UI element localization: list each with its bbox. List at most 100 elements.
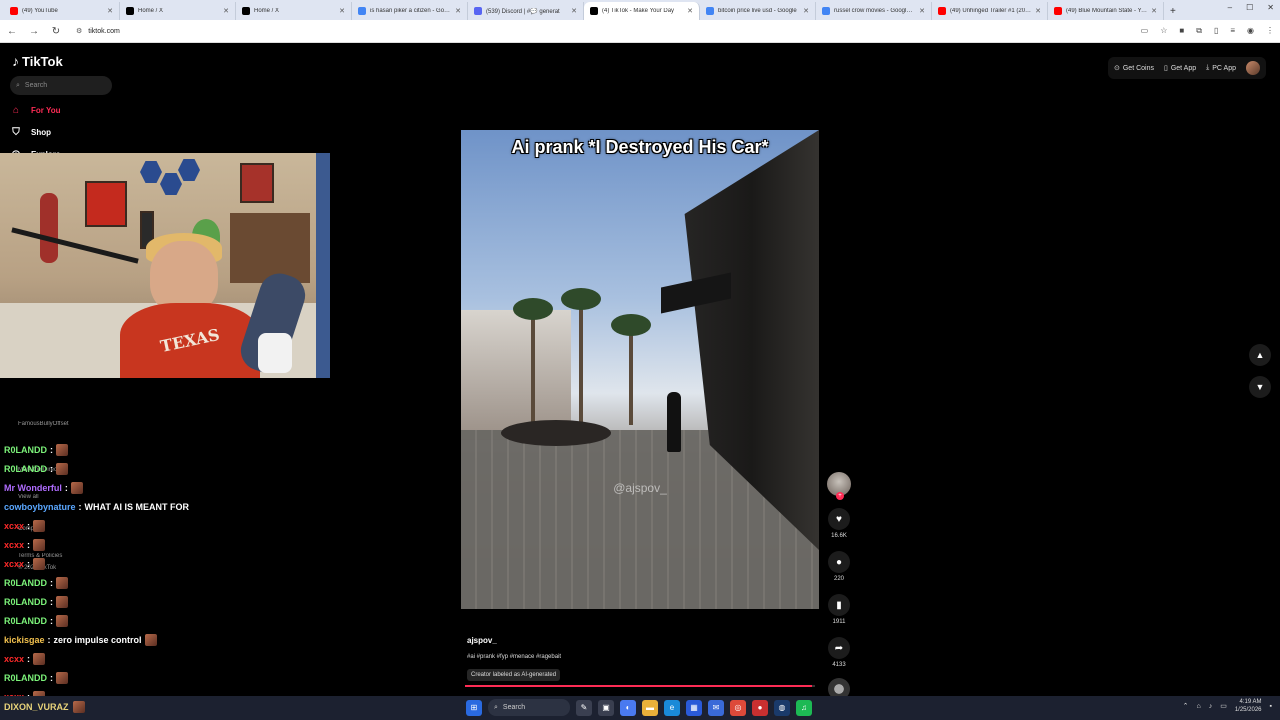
chat-username[interactable]: R0LANDD	[4, 445, 47, 455]
tab-favicon-icon	[706, 7, 714, 15]
browser-tab[interactable]: bitcoin price live usd - Google ✕	[700, 2, 816, 20]
chat-username[interactable]: Mr Wonderful	[4, 483, 62, 493]
browser-tab[interactable]: Home / X ✕	[120, 2, 236, 20]
sidebar-item-shop[interactable]: ⛉ Shop	[10, 125, 68, 139]
browser-tab[interactable]: (49) Blue Mountain State - You ✕	[1048, 2, 1164, 20]
chat-username[interactable]: xcxx	[4, 521, 24, 531]
bookmark-star-icon[interactable]: ☆	[1160, 26, 1167, 36]
save-action[interactable]: ▮ 1911	[828, 594, 850, 625]
chat-username[interactable]: xcxx	[4, 540, 24, 550]
comment-icon[interactable]: ●	[828, 551, 850, 573]
video-author[interactable]: ajspov_	[467, 636, 497, 645]
comment-count: 220	[833, 576, 844, 582]
browser-tab[interactable]: (539) Discord | #💬 generat ✕	[468, 2, 584, 20]
paint-icon[interactable]: ✎	[576, 699, 592, 716]
app-icon[interactable]: ●	[752, 699, 768, 716]
creator-avatar[interactable]: +	[827, 472, 851, 500]
menu-icon[interactable]: ⋮	[1266, 26, 1274, 36]
video-meta: ajspov_ #ai #prank #fyp #menace #ragebai…	[467, 636, 561, 681]
get-coins-button[interactable]: ⊙ Get Coins	[1114, 64, 1154, 73]
get-coins-label: Get Coins	[1122, 64, 1154, 72]
tab-close-icon[interactable]: ✕	[571, 7, 577, 15]
downloads-icon[interactable]: ≡	[1230, 26, 1235, 36]
video-progress-bar[interactable]	[465, 685, 815, 687]
steam-icon[interactable]: ◍	[774, 699, 790, 716]
chrome-icon[interactable]: ◎	[730, 699, 746, 716]
chat-username[interactable]: xcxx	[4, 654, 24, 664]
reload-icon[interactable]: ↻	[50, 26, 62, 37]
tab-close-icon[interactable]: ✕	[687, 7, 693, 15]
minimize-icon[interactable]: –	[1228, 3, 1232, 12]
sidebar-icon[interactable]: ▯	[1214, 26, 1218, 36]
profile-icon[interactable]: ◉	[1247, 26, 1254, 36]
volume-icon[interactable]: ♪	[1209, 703, 1213, 710]
new-tab-icon[interactable]: +	[1164, 2, 1182, 20]
tab-close-icon[interactable]: ✕	[455, 7, 461, 15]
windows-start-icon[interactable]: ⊞	[466, 699, 482, 716]
close-window-icon[interactable]: ✕	[1267, 3, 1274, 12]
tab-close-icon[interactable]: ✕	[1151, 7, 1157, 15]
follow-plus-icon[interactable]: +	[836, 492, 844, 500]
palm-trunk	[579, 300, 583, 430]
battery-icon[interactable]: ▭	[1220, 702, 1227, 710]
maximize-icon[interactable]: ☐	[1246, 3, 1253, 12]
tab-close-icon[interactable]: ✕	[107, 7, 113, 15]
chat-username[interactable]: R0LANDD	[4, 616, 47, 626]
pc-app-button[interactable]: ⤓ PC App	[1206, 64, 1236, 72]
edge-icon[interactable]: e	[664, 699, 680, 716]
extension-icon[interactable]: ■	[1179, 26, 1184, 36]
cast-icon[interactable]: ▭	[1141, 26, 1149, 36]
chat-username[interactable]: kickisgae	[4, 635, 45, 645]
user-avatar[interactable]	[1246, 61, 1260, 75]
chat-username[interactable]: cowboybynature	[4, 502, 76, 512]
tab-close-icon[interactable]: ✕	[803, 7, 809, 15]
chat-username[interactable]: R0LANDD	[4, 597, 47, 607]
video-player[interactable]: Ai prank *I Destroyed His Car* @ajspov_	[461, 130, 819, 609]
forward-icon[interactable]: →	[28, 26, 40, 37]
tab-close-icon[interactable]: ✕	[919, 7, 925, 15]
tab-close-icon[interactable]: ✕	[1035, 7, 1041, 15]
notifications-icon[interactable]: ▪	[1270, 703, 1272, 710]
browser-tab[interactable]: (49) Unhinged Trailer #1 (2020 ✕	[932, 2, 1048, 20]
url-field[interactable]: ⚙ tiktok.com	[72, 22, 1131, 40]
previous-video-button[interactable]: ▲	[1249, 344, 1271, 366]
palm-trunk	[531, 310, 535, 430]
file-explorer-icon[interactable]: ▬	[642, 699, 658, 716]
task-view-icon[interactable]: ▣	[598, 699, 614, 716]
tab-favicon-icon	[474, 7, 482, 15]
puzzle-icon[interactable]: ⧉	[1196, 26, 1202, 36]
browser-tab[interactable]: is hasan piker a citizen - Googl ✕	[352, 2, 468, 20]
sidebar-item-for-you[interactable]: ⌂ For You	[10, 103, 68, 117]
bookmark-icon[interactable]: ▮	[828, 594, 850, 616]
like-action[interactable]: ♥ 16.6K	[828, 508, 850, 539]
tiktok-logo[interactable]: ♪ TikTok	[12, 53, 63, 69]
next-video-button[interactable]: ▼	[1249, 376, 1271, 398]
chat-username[interactable]: xcxx	[4, 559, 24, 569]
site-info-icon[interactable]: ⚙	[76, 27, 82, 35]
tab-close-icon[interactable]: ✕	[223, 7, 229, 15]
spotify-icon[interactable]: ♫	[796, 699, 812, 716]
mail-icon[interactable]: ✉	[708, 699, 724, 716]
store-icon[interactable]: ▦	[686, 699, 702, 716]
get-app-button[interactable]: ▯ Get App	[1164, 64, 1196, 73]
browser-tab[interactable]: (4) TikTok - Make Your Day ✕	[584, 2, 700, 20]
browser-tab[interactable]: Home / X ✕	[236, 2, 352, 20]
browser-tab[interactable]: (49) YouTube ✕	[4, 2, 120, 20]
share-icon[interactable]: ➦	[828, 637, 850, 659]
network-icon[interactable]: ⌂	[1196, 703, 1200, 710]
tab-close-icon[interactable]: ✕	[339, 7, 345, 15]
chat-username[interactable]: R0LANDD	[4, 464, 47, 474]
browser-tab[interactable]: russel crow movies - Google S ✕	[816, 2, 932, 20]
share-action[interactable]: ➦ 4133	[828, 637, 850, 668]
heart-icon[interactable]: ♥	[828, 508, 850, 530]
copilot-icon[interactable]: ◐	[620, 699, 636, 716]
video-hashtags[interactable]: #ai #prank #fyp #menace #ragebait	[467, 654, 561, 660]
search-input[interactable]: ⌕ Search	[10, 76, 112, 95]
chat-username[interactable]: R0LANDD	[4, 673, 47, 683]
taskbar-search[interactable]: ⌕ Search	[488, 699, 570, 716]
comment-action[interactable]: ● 220	[828, 551, 850, 582]
tray-expand-icon[interactable]: ⌃	[1183, 702, 1189, 710]
clock[interactable]: 4:19 AM 1/25/2026	[1235, 698, 1262, 714]
chat-username[interactable]: R0LANDD	[4, 578, 47, 588]
back-icon[interactable]: ←	[6, 26, 18, 37]
